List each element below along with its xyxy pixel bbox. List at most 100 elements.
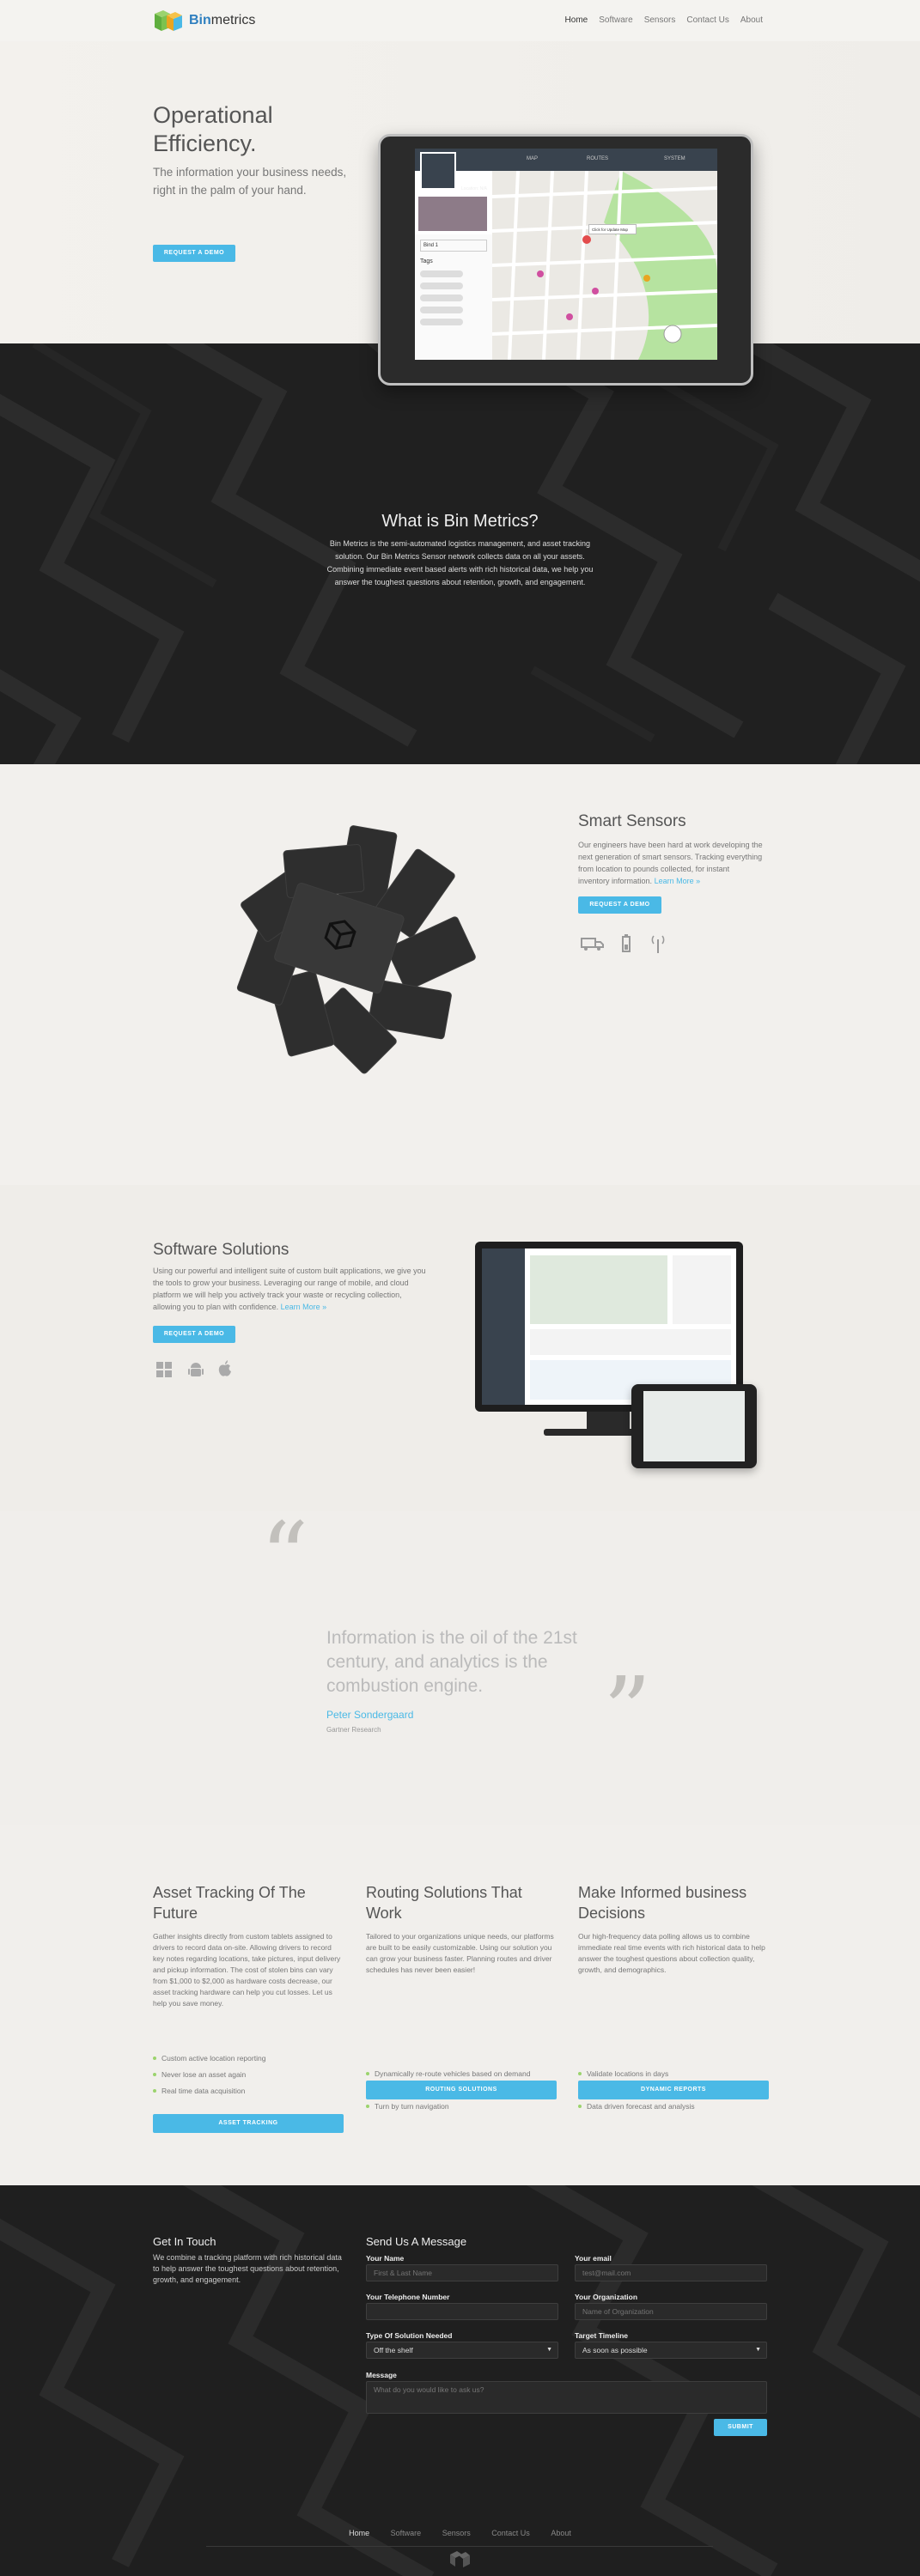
tab-map[interactable]: MAP xyxy=(527,156,538,161)
bin-cube-icon xyxy=(420,152,456,190)
monitor-stand xyxy=(587,1412,630,1431)
dashboard-map[interactable] xyxy=(530,1255,667,1324)
get-in-touch-title: Get In Touch xyxy=(153,2235,216,2248)
quote-author: Peter Sondergaard xyxy=(326,1709,414,1721)
timeline-select[interactable]: As soon as possible ▼ xyxy=(575,2342,767,2359)
footer-software[interactable]: Software xyxy=(391,2529,422,2537)
tag-chip[interactable] xyxy=(420,270,463,277)
footer-menu: Home Software Sensors Contact Us About xyxy=(0,2529,920,2537)
tablet-sidebar: Bind 1 Tags xyxy=(415,234,492,360)
tab-system[interactable]: SYSTEM xyxy=(664,156,685,161)
sensors-description: Our engineers have been hard at work dev… xyxy=(578,839,763,887)
message-textarea[interactable] xyxy=(366,2381,767,2414)
chevron-down-icon: ▼ xyxy=(755,2347,761,2353)
sensors-learn-more-link[interactable]: Learn More » xyxy=(655,877,701,885)
tag-chip[interactable] xyxy=(420,283,463,289)
solution-type-select[interactable]: Off the shelf ▼ xyxy=(366,2342,558,2359)
windows-icon xyxy=(156,1362,172,1377)
tablet-map[interactable]: Click for Update Map xyxy=(491,170,717,360)
what-description: Bin Metrics is the semi-automated logist… xyxy=(326,539,594,586)
phone-label: Your Telephone Number xyxy=(366,2293,450,2301)
footer-logo-icon xyxy=(450,2551,470,2567)
map-popup[interactable]: Click for Update Map xyxy=(588,224,637,234)
organization-input[interactable] xyxy=(575,2303,767,2320)
asset-tracking-button[interactable]: ASSET TRACKING xyxy=(153,2114,344,2133)
footer-contact[interactable]: Contact Us xyxy=(491,2529,530,2537)
tab-routes[interactable]: ROUTES xyxy=(587,156,608,161)
sensors-request-demo-button[interactable]: REQUEST A DEMO xyxy=(578,896,661,914)
small-tablet-screen xyxy=(643,1391,745,1461)
chevron-down-icon: ▼ xyxy=(546,2347,552,2353)
location-photo xyxy=(418,197,487,231)
nav-about[interactable]: About xyxy=(740,15,763,25)
phone-input[interactable] xyxy=(366,2303,558,2320)
email-input[interactable] xyxy=(575,2264,767,2281)
hero-subtitle: The information your business needs, rig… xyxy=(153,166,347,197)
hero-title: Operational Efficiency. xyxy=(153,102,273,156)
what-title: What is Bin Metrics? xyxy=(381,512,539,531)
software-description: Using our powerful and intelligent suite… xyxy=(153,1265,426,1313)
solution-type-label: Type Of Solution Needed xyxy=(366,2331,453,2340)
smart-sensors-section: Smart Sensors Our engineers have been ha… xyxy=(0,764,920,1185)
nav-contact[interactable]: Contact Us xyxy=(686,15,728,25)
footer-sensors[interactable]: Sensors xyxy=(442,2529,471,2537)
brand-name: Binmetrics xyxy=(189,13,256,27)
list-item: Real time data acquisition xyxy=(153,2087,265,2103)
tag-chip[interactable] xyxy=(420,295,463,301)
monitor-screen xyxy=(482,1249,736,1405)
submit-button[interactable]: SUBMIT xyxy=(714,2419,767,2436)
dashboard-sidebar xyxy=(482,1249,525,1405)
top-navbar: Binmetrics Home Software Sensors Contact… xyxy=(0,0,920,41)
timeline-label: Target Timeline xyxy=(575,2331,629,2340)
battery-icon xyxy=(622,934,631,952)
map-streets xyxy=(491,170,717,360)
open-quote-icon: “ xyxy=(260,1502,309,1612)
feature-reports: Make Informed business Decisions Our hig… xyxy=(578,1882,769,2111)
sensor-cluster-image xyxy=(236,825,476,1074)
message-label: Message xyxy=(366,2371,397,2379)
main-menu: Home Software Sensors Contact Us About xyxy=(565,15,763,25)
footer-divider xyxy=(206,2546,713,2547)
feature-title: Make Informed business Decisions xyxy=(578,1884,747,1922)
footer-home[interactable]: Home xyxy=(349,2529,369,2537)
list-item: Custom active location reporting xyxy=(153,2054,265,2070)
routing-solutions-button[interactable]: ROUTING SOLUTIONS xyxy=(366,2081,557,2099)
dashboard-gauges xyxy=(673,1255,731,1324)
bin-select[interactable]: Bind 1 xyxy=(420,240,487,252)
list-item: Turn by turn navigation xyxy=(366,2102,530,2118)
feature-routing: Routing Solutions That Work Tailored to … xyxy=(366,1882,557,2111)
hero-request-demo-button[interactable]: REQUEST A DEMO xyxy=(153,245,235,262)
software-section: Software Solutions Using our powerful an… xyxy=(0,1185,920,1511)
software-learn-more-link[interactable]: Learn More » xyxy=(281,1303,327,1311)
quote-text: Information is the oil of the 21st centu… xyxy=(326,1628,577,1696)
tag-chip[interactable] xyxy=(420,307,463,313)
brand-logo[interactable]: Binmetrics xyxy=(153,9,255,33)
tag-chip[interactable] xyxy=(420,319,463,325)
sensors-title: Smart Sensors xyxy=(578,812,686,830)
timeline-value: As soon as possible xyxy=(582,2346,648,2354)
dynamic-reports-button[interactable]: DYNAMIC REPORTS xyxy=(578,2081,769,2099)
footer-about[interactable]: About xyxy=(551,2529,571,2537)
tablet-mockup: MAP ROUTES SYSTEM Location: N/A Bind 1 T… xyxy=(378,134,753,386)
tablet-screen: MAP ROUTES SYSTEM Location: N/A Bind 1 T… xyxy=(415,149,717,360)
cube-logo-icon xyxy=(153,9,187,33)
what-is-section: What is Bin Metrics? Bin Metrics is the … xyxy=(0,343,920,764)
tablet-app-header: MAP ROUTES SYSTEM xyxy=(415,149,717,171)
organization-label: Your Organization xyxy=(575,2293,638,2301)
close-quote-icon: ” xyxy=(603,1656,652,1766)
list-item: Never lose an asset again xyxy=(153,2070,265,2087)
name-input[interactable] xyxy=(366,2264,558,2281)
nav-software[interactable]: Software xyxy=(599,15,632,25)
software-request-demo-button[interactable]: REQUEST A DEMO xyxy=(153,1326,235,1343)
feature-asset-tracking: Asset Tracking Of The Future Gather insi… xyxy=(153,1882,344,2095)
get-in-touch-text: We combine a tracking platform with rich… xyxy=(153,2253,342,2284)
nav-home[interactable]: Home xyxy=(565,15,588,25)
location-label: Location: N/A xyxy=(461,186,488,191)
feature-title: Routing Solutions That Work xyxy=(366,1884,522,1922)
solution-type-value: Off the shelf xyxy=(374,2346,413,2354)
email-label: Your email xyxy=(575,2254,612,2263)
nav-sensors[interactable]: Sensors xyxy=(644,15,676,25)
apple-icon xyxy=(218,1360,231,1376)
antenna-icon xyxy=(651,935,665,953)
contact-section: Get In Touch We combine a tracking platf… xyxy=(0,2185,920,2576)
